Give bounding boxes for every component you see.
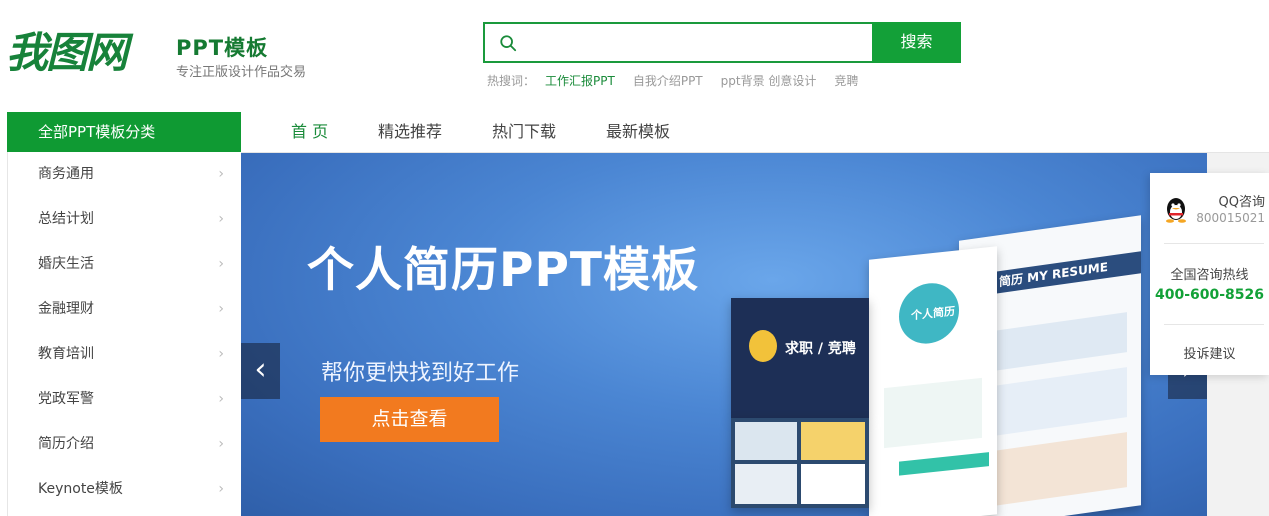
nav-newest[interactable]: 最新模板 [606, 112, 670, 152]
search-input[interactable] [529, 29, 859, 57]
divider [1164, 324, 1264, 325]
site-logo[interactable]: 我图网 [6, 28, 164, 78]
chevron-right-icon: › [218, 436, 224, 452]
mockup-block [899, 452, 989, 476]
mockup-label: 求职 / 竞聘 [785, 341, 856, 357]
chevron-right-icon: › [218, 301, 224, 317]
hot-search-term[interactable]: 工作汇报PPT [545, 72, 615, 89]
chevron-right-icon: › [218, 211, 224, 227]
mockup-doc-front: 求职 / 竞聘 [731, 298, 869, 418]
banner-subtitle: 帮你更快找到好工作 [321, 361, 520, 386]
search-box [483, 22, 873, 63]
category-label: 教育培训 [38, 346, 94, 362]
complaint-link[interactable]: 投诉建议 [1150, 343, 1269, 362]
chevron-right-icon: › [218, 166, 224, 182]
chevron-right-icon: › [218, 481, 224, 497]
carousel-prev-button[interactable]: ‹ [241, 343, 280, 399]
nav-hot-downloads[interactable]: 热门下载 [492, 112, 556, 152]
hotline-label: 全国咨询热线 [1170, 268, 1249, 283]
mockup-block [977, 367, 1127, 439]
category-item[interactable]: Keynote模板 › [8, 467, 242, 512]
hot-search-term[interactable]: 竞聘 [834, 72, 858, 89]
hotline-number[interactable]: 400-600-8526 [1150, 287, 1269, 303]
site-title: PPT模板 [176, 36, 269, 60]
hot-search-label: 热搜词： [487, 74, 536, 88]
category-label: 金融理财 [38, 301, 94, 317]
page: 我图网 PPT模板 专注正版设计作品交易 搜索 热搜词： 工作汇报PPT 自我介… [0, 0, 1269, 516]
category-item[interactable]: 总结计划 › [8, 197, 242, 242]
divider [1164, 243, 1264, 244]
resume-mockup-image: 简历 MY RESUME 个人简历 求职 / 竞聘 [731, 215, 1207, 516]
mockup-avatar [749, 330, 777, 362]
category-label: 婚庆生活 [38, 256, 94, 272]
chevron-right-icon: › [218, 256, 224, 272]
mockup-block [977, 312, 1127, 374]
hot-search-bar: 热搜词： 工作汇报PPT 自我介绍PPT ppt背景 创意设计 竞聘 [487, 72, 876, 89]
category-label: 党政军警 [38, 391, 94, 407]
category-label: 总结计划 [38, 211, 94, 227]
search-icon [500, 35, 517, 52]
all-categories-header[interactable]: 全部PPT模板分类 [7, 112, 241, 152]
contact-panel: QQ咨询 800015021 全国咨询热线 400-600-8526 投诉建议 [1150, 173, 1269, 375]
category-item[interactable]: 金融理财 › [8, 287, 242, 332]
hot-search-term[interactable]: ppt背景 创意设计 [721, 72, 817, 89]
nav-home[interactable]: 首 页 [291, 112, 328, 152]
search-button[interactable]: 搜索 [872, 22, 961, 63]
hero-banner[interactable]: 个人简历PPT模板 帮你更快找到好工作 点击查看 简历 MY RESUME 个人… [241, 153, 1207, 516]
category-item[interactable]: 党政军警 › [8, 377, 242, 422]
category-label: Keynote模板 [38, 481, 123, 497]
category-item[interactable]: 婚庆生活 › [8, 242, 242, 287]
mockup-block [801, 464, 865, 504]
qq-number: 800015021 [1196, 211, 1265, 225]
mockup-doc-middle: 个人简历 [869, 246, 997, 516]
mockup-block [884, 377, 982, 449]
qq-consult-link[interactable]: QQ咨询 [1219, 191, 1265, 210]
category-label: 商务通用 [38, 166, 94, 182]
view-button[interactable]: 点击查看 [320, 397, 499, 442]
category-item[interactable]: 教育培训 › [8, 332, 242, 377]
mockup-doc-grid [731, 418, 869, 508]
mockup-block [735, 464, 797, 504]
mockup-block [735, 422, 797, 460]
mockup-block [977, 432, 1127, 509]
category-item[interactable]: 商务通用 › [8, 152, 242, 197]
banner-title: 个人简历PPT模板 [307, 243, 699, 298]
qq-penguin-icon[interactable] [1164, 197, 1188, 223]
chevron-right-icon: › [218, 391, 224, 407]
category-label: 简历介绍 [38, 436, 94, 452]
category-item[interactable]: 简历介绍 › [8, 422, 242, 467]
nav-featured[interactable]: 精选推荐 [378, 112, 442, 152]
category-list: 商务通用 › 总结计划 › 婚庆生活 › 金融理财 › 教育培训 › 党政军警 … [7, 152, 241, 516]
site-subtitle: 专注正版设计作品交易 [176, 65, 307, 80]
chevron-right-icon: › [218, 346, 224, 362]
mockup-block [801, 422, 865, 460]
logo-text: 我图网 [6, 28, 128, 77]
hot-search-term[interactable]: 自我介绍PPT [633, 72, 703, 89]
